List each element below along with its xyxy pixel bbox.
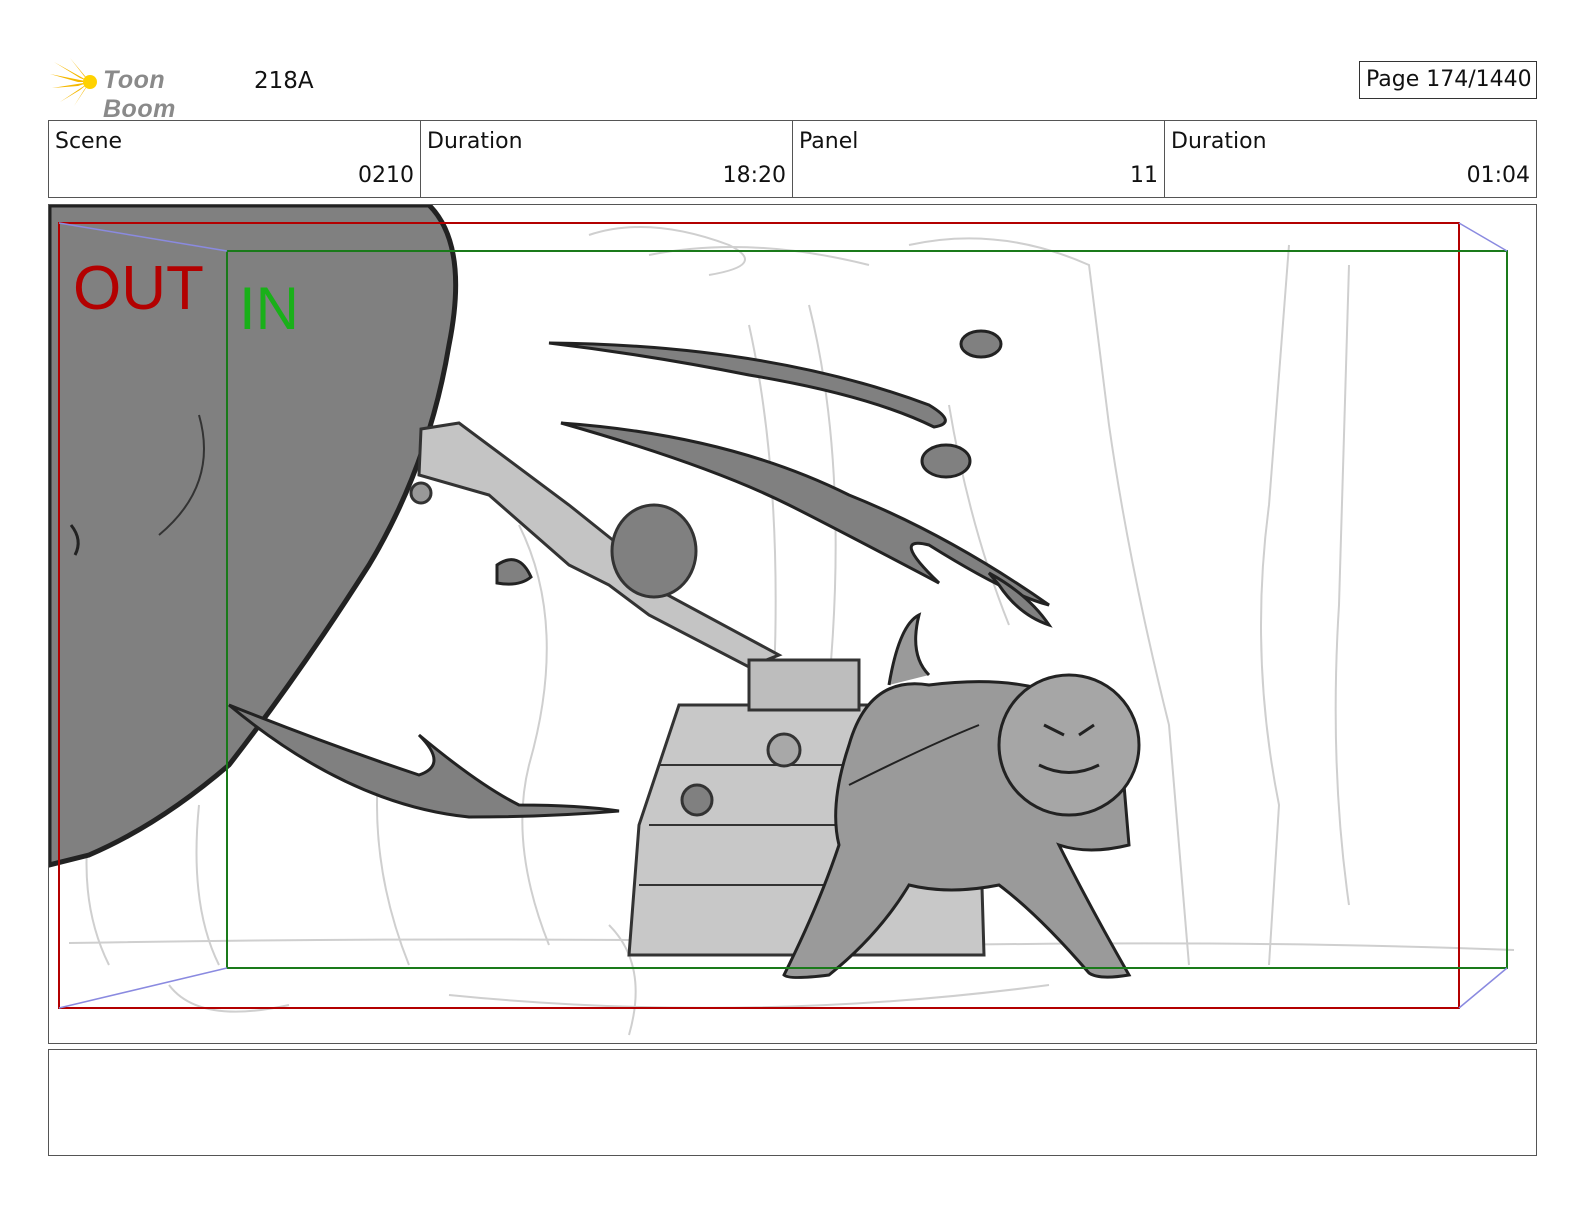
scene-info-row: Scene 0210 Duration 18:20 Panel 11 Durat… [48, 120, 1537, 198]
panel-cell: Panel 11 [793, 121, 1165, 197]
scene-cell: Scene 0210 [49, 121, 421, 197]
out-label: OUT [73, 254, 204, 323]
in-label: IN [239, 275, 299, 342]
sunburst-icon [50, 58, 97, 106]
episode-id: 218A [254, 68, 314, 94]
caption-box [48, 1049, 1537, 1156]
panel-duration-label: Duration [1171, 129, 1267, 154]
scene-duration-value: 18:20 [722, 163, 786, 188]
panel-duration-cell: Duration 01:04 [1165, 121, 1536, 197]
storyboard-panel: OUT IN [48, 204, 1537, 1044]
panel-duration-value: 01:04 [1466, 163, 1530, 188]
scene-duration-label: Duration [427, 129, 523, 154]
page-indicator: Page 174/1440 [1359, 61, 1537, 99]
panel-value: 11 [1130, 163, 1158, 188]
scene-label: Scene [55, 129, 123, 154]
scene-duration-cell: Duration 18:20 [421, 121, 793, 197]
toon-boom-logo: Toon Boom [50, 56, 240, 123]
scene-value: 0210 [358, 163, 414, 188]
panel-label: Panel [799, 129, 859, 154]
panel-sketch: OUT IN [49, 205, 1515, 1036]
logo-text: Toon Boom [103, 66, 176, 123]
